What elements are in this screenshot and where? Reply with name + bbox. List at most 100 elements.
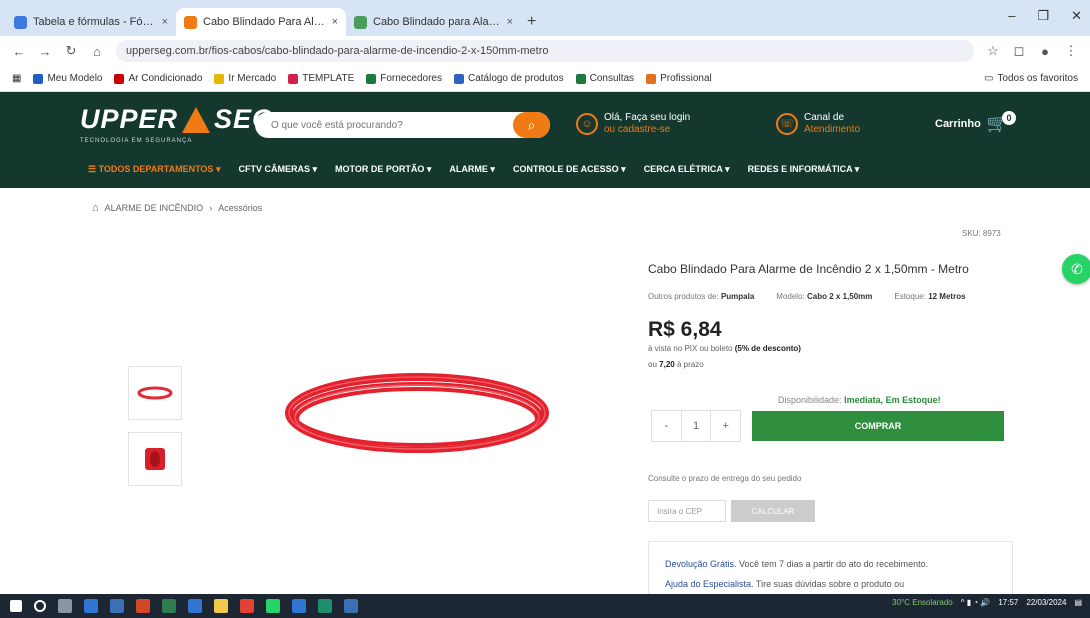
site-logo[interactable]: UPPER SEG bbox=[80, 104, 274, 135]
quantity-decrease-button[interactable]: - bbox=[652, 411, 682, 441]
maximize-button[interactable]: ❐ bbox=[1037, 8, 1049, 24]
app-icon[interactable] bbox=[344, 599, 358, 613]
menu-item-motor[interactable]: MOTOR DE PORTÃO ▾ bbox=[335, 164, 431, 175]
bookmark-item[interactable]: Meu Modelo bbox=[33, 73, 102, 84]
model-info: Modelo: Cabo 2 x 1,50mm bbox=[776, 292, 873, 301]
forward-arrow-icon[interactable]: → bbox=[38, 44, 52, 59]
outlook-icon[interactable] bbox=[188, 599, 202, 613]
home-icon[interactable]: ⌂ bbox=[92, 202, 99, 214]
menu-item-all-departments[interactable]: ☰ TODOS DEPARTAMENTOS ▾ bbox=[88, 164, 220, 175]
cart-link[interactable]: Carrinho 🛒 0 bbox=[935, 111, 1017, 134]
star-icon[interactable]: ☆ bbox=[986, 43, 1000, 59]
word-icon[interactable] bbox=[110, 599, 124, 613]
cart-label: Carrinho bbox=[935, 118, 981, 130]
menu-item-cftv[interactable]: CFTV CÂMERAS ▾ bbox=[238, 164, 317, 175]
menu-icon[interactable]: ⋮ bbox=[1064, 43, 1078, 59]
all-bookmarks[interactable]: ▭ Todos os favoritos bbox=[984, 73, 1078, 84]
account-link[interactable]: ☺ Olá, Faça seu login ou cadastre-se bbox=[576, 112, 690, 136]
clock-date[interactable]: 22/03/2024 bbox=[1026, 598, 1066, 607]
product-price: R$ 6,84 bbox=[648, 318, 722, 341]
quantity-stepper: - 1 + bbox=[651, 410, 741, 442]
browser-tab-active[interactable]: Cabo Blindado Para Alarme de Incêndio × bbox=[176, 8, 346, 36]
browser-tab-strip: Tabela e fórmulas - Fórmulas × Cabo Blin… bbox=[0, 0, 1090, 36]
cep-input[interactable]: Insira o CEP bbox=[648, 500, 726, 522]
logo-tagline: TECNOLOGIA EM SEGURANÇA bbox=[80, 138, 193, 144]
clock-time[interactable]: 17:57 bbox=[998, 598, 1018, 607]
close-tab-icon[interactable]: × bbox=[162, 16, 168, 28]
cart-count-badge: 0 bbox=[1002, 111, 1017, 125]
windows-start-icon[interactable] bbox=[10, 600, 22, 612]
site-header: UPPER SEG TECNOLOGIA EM SEGURANÇA ⌕ ☺ Ol… bbox=[0, 92, 1090, 188]
benefit-return-link[interactable]: Devolução Grátis. bbox=[665, 559, 737, 569]
availability: Disponibilidade: Imediata, Em Estoque! bbox=[778, 395, 941, 405]
chrome-icon[interactable] bbox=[240, 599, 254, 613]
home-icon[interactable]: ⌂ bbox=[90, 44, 104, 59]
weather-widget[interactable]: 30°C Ensolarado bbox=[892, 598, 953, 607]
brand-link[interactable]: Pumpala bbox=[721, 292, 754, 301]
menu-item-cerca[interactable]: CERCA ELÉTRICA ▾ bbox=[644, 164, 730, 175]
browser-tab[interactable]: Cabo Blindado para Alarme × bbox=[346, 8, 521, 36]
powerpoint-icon[interactable] bbox=[136, 599, 150, 613]
menu-item-redes[interactable]: REDES E INFORMÁTICA ▾ bbox=[748, 164, 860, 175]
minimize-button[interactable]: – bbox=[1008, 8, 1015, 24]
pix-price-info: à vista no PIX ou boleto (5% de desconto… bbox=[648, 344, 801, 353]
bookmark-item[interactable]: Ir Mercado bbox=[214, 73, 276, 84]
search-icon[interactable] bbox=[34, 600, 46, 612]
bookmark-item[interactable]: Profissional bbox=[646, 73, 712, 84]
menu-item-alarme[interactable]: ALARME ▾ bbox=[449, 164, 495, 175]
address-bar-row: ← → ↻ ⌂ upperseg.com.br/fios-cabos/cabo-… bbox=[0, 36, 1090, 66]
close-window-button[interactable]: ✕ bbox=[1071, 8, 1082, 24]
menu-item-controle[interactable]: CONTROLE DE ACESSO ▾ bbox=[513, 164, 626, 175]
app-icon[interactable] bbox=[292, 599, 306, 613]
brand-info: Outros produtos de: Pumpala bbox=[648, 292, 755, 301]
search-input[interactable] bbox=[271, 119, 511, 131]
screen: Tabela e fórmulas - Fórmulas × Cabo Blin… bbox=[0, 0, 1090, 618]
app-icon[interactable] bbox=[318, 599, 332, 613]
bookmark-item[interactable]: Fornecedores bbox=[366, 73, 442, 84]
close-tab-icon[interactable]: × bbox=[507, 16, 513, 28]
breadcrumb-item[interactable]: Acessórios bbox=[218, 203, 262, 213]
product-main-image[interactable] bbox=[280, 355, 555, 475]
bookmark-item[interactable]: Ar Condicionado bbox=[114, 73, 202, 84]
benefits-box: Devolução Grátis. Você tem 7 dias a part… bbox=[648, 541, 1013, 601]
url-field[interactable]: upperseg.com.br/fios-cabos/cabo-blindado… bbox=[116, 40, 974, 62]
channel-line2: Atendimento bbox=[804, 124, 861, 135]
reload-icon[interactable]: ↻ bbox=[64, 43, 78, 59]
quantity-increase-button[interactable]: + bbox=[711, 411, 740, 441]
support-channel-link[interactable]: ☏ Canal de Atendimento bbox=[776, 112, 860, 136]
breadcrumb-item[interactable]: ALARME DE INCÊNDIO bbox=[105, 203, 204, 213]
url-text: upperseg.com.br/fios-cabos/cabo-blindado… bbox=[126, 45, 549, 57]
whatsapp-app-icon[interactable] bbox=[266, 599, 280, 613]
whatsapp-icon[interactable]: ✆ bbox=[1062, 254, 1090, 284]
calculate-shipping-button[interactable]: CALCULAR bbox=[731, 500, 815, 522]
installment-info: ou 7,20 à prazo bbox=[648, 360, 704, 369]
folder-icon: ▭ bbox=[983, 73, 994, 84]
profile-icon[interactable]: ● bbox=[1038, 44, 1052, 59]
task-view-icon[interactable] bbox=[58, 599, 72, 613]
bookmark-item[interactable]: TEMPLATE bbox=[288, 73, 354, 84]
thumbnail-spool[interactable] bbox=[128, 432, 182, 486]
benefit-help-link[interactable]: Ajuda do Especialista. bbox=[665, 579, 754, 589]
bookmark-item[interactable]: Catálogo de produtos bbox=[453, 73, 564, 84]
tab-label: Tabela e fórmulas - Fórmulas bbox=[33, 16, 156, 28]
back-arrow-icon[interactable]: ← bbox=[12, 44, 26, 59]
edge-icon[interactable] bbox=[84, 599, 98, 613]
quantity-input[interactable]: 1 bbox=[682, 411, 712, 441]
buy-button[interactable]: COMPRAR bbox=[752, 411, 1004, 441]
explorer-icon[interactable] bbox=[214, 599, 228, 613]
extensions-icon[interactable]: ◻ bbox=[1012, 43, 1026, 59]
tray-icons[interactable]: ^ ▮ ◔ 🔊 bbox=[961, 598, 991, 607]
close-tab-icon[interactable]: × bbox=[332, 16, 338, 28]
search-icon: ⌕ bbox=[527, 116, 536, 133]
excel-icon[interactable] bbox=[162, 599, 176, 613]
search-box bbox=[255, 112, 550, 138]
apps-icon[interactable]: ▦ bbox=[12, 73, 21, 84]
user-icon: ☺ bbox=[576, 113, 598, 135]
thumbnail-coil[interactable] bbox=[128, 366, 182, 420]
bookmark-item[interactable]: Consultas bbox=[575, 73, 634, 84]
search-button[interactable]: ⌕ bbox=[513, 112, 550, 138]
new-tab-button[interactable]: + bbox=[527, 13, 536, 31]
notifications-icon[interactable]: ▤ bbox=[1074, 598, 1082, 607]
system-tray: 30°C Ensolarado ^ ▮ ◔ 🔊 17:57 22/03/2024… bbox=[892, 598, 1082, 607]
browser-tab[interactable]: Tabela e fórmulas - Fórmulas × bbox=[6, 8, 176, 36]
